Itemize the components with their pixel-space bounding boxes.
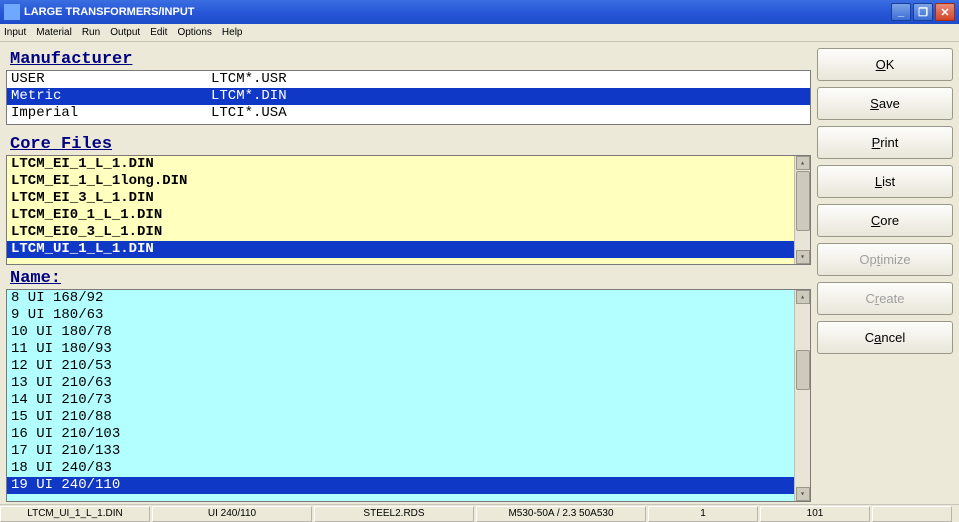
core-files-label: Core Files (10, 135, 811, 154)
core-file-row[interactable]: LTCM_EI_1_L_1long.DIN (7, 173, 794, 190)
menu-bar: Input Material Run Output Edit Options H… (0, 24, 959, 42)
status-bar: LTCM_UI_1_L_1.DINUI 240/110STEEL2.RDSM53… (0, 504, 959, 522)
menu-options[interactable]: Options (177, 27, 211, 38)
minimize-button[interactable]: _ (891, 3, 911, 21)
name-row[interactable]: 18 UI 240/83 (7, 460, 794, 477)
manufacturer-row[interactable]: MetricLTCM*.DIN (7, 88, 810, 105)
maximize-button[interactable]: ❐ (913, 3, 933, 21)
name-label: Name: (10, 269, 811, 288)
status-cell (872, 506, 952, 522)
name-row[interactable]: 12 UI 210/53 (7, 358, 794, 375)
list-button[interactable]: List (817, 165, 953, 198)
name-row[interactable]: 11 UI 180/93 (7, 341, 794, 358)
name-row[interactable]: 16 UI 210/103 (7, 426, 794, 443)
menu-help[interactable]: Help (222, 27, 243, 38)
menu-input[interactable]: Input (4, 27, 26, 38)
cancel-button[interactable]: Cancel (817, 321, 953, 354)
menu-material[interactable]: Material (36, 27, 72, 38)
save-button[interactable]: Save (817, 87, 953, 120)
name-row[interactable]: 13 UI 210/63 (7, 375, 794, 392)
manufacturer-list[interactable]: USERLTCM*.USRMetricLTCM*.DINImperialLTCI… (6, 70, 811, 125)
scroll-down-icon[interactable]: ▾ (796, 250, 810, 264)
status-cell: LTCM_UI_1_L_1.DIN (0, 506, 150, 522)
name-row[interactable]: 19 UI 240/110 (7, 477, 794, 494)
name-row[interactable]: 15 UI 210/88 (7, 409, 794, 426)
manufacturer-row[interactable]: USERLTCM*.USR (7, 71, 810, 88)
manufacturer-row[interactable]: ImperialLTCI*.USA (7, 105, 810, 122)
core-files-list[interactable]: LTCM_EI_1_L_1.DINLTCM_EI_1_L_1long.DINLT… (6, 155, 811, 265)
core-button[interactable]: Core (817, 204, 953, 237)
app-icon (4, 4, 20, 20)
name-row[interactable]: 8 UI 168/92 (7, 290, 794, 307)
core-files-scrollbar[interactable]: ▴ ▾ (794, 156, 810, 264)
optimize-button: Optimize (817, 243, 953, 276)
ok-button[interactable]: OK (817, 48, 953, 81)
name-scrollbar[interactable]: ▴ ▾ (794, 290, 810, 501)
status-cell: 1 (648, 506, 758, 522)
scroll-down-icon[interactable]: ▾ (796, 487, 810, 501)
name-row[interactable]: 9 UI 180/63 (7, 307, 794, 324)
scroll-up-icon[interactable]: ▴ (796, 156, 810, 170)
print-button[interactable]: Print (817, 126, 953, 159)
core-file-row[interactable]: LTCM_EI_3_L_1.DIN (7, 190, 794, 207)
title-bar: LARGE TRANSFORMERS/INPUT _ ❐ ✕ (0, 0, 959, 24)
status-cell: M530-50A / 2.3 50A530 (476, 506, 646, 522)
core-file-row[interactable]: LTCM_EI0_3_L_1.DIN (7, 224, 794, 241)
core-file-row[interactable]: LTCM_EI_1_L_1.DIN (7, 156, 794, 173)
status-cell: STEEL2.RDS (314, 506, 474, 522)
name-row[interactable]: 14 UI 210/73 (7, 392, 794, 409)
close-button[interactable]: ✕ (935, 3, 955, 21)
manufacturer-label: Manufacturer (10, 50, 811, 69)
create-button: Create (817, 282, 953, 315)
name-list[interactable]: 8 UI 168/929 UI 180/6310 UI 180/7811 UI … (6, 289, 811, 502)
status-cell: UI 240/110 (152, 506, 312, 522)
core-file-row[interactable]: LTCM_EI0_1_L_1.DIN (7, 207, 794, 224)
window-title: LARGE TRANSFORMERS/INPUT (24, 6, 891, 18)
core-file-row[interactable]: LTCM_UI_1_L_1.DIN (7, 241, 794, 258)
scroll-up-icon[interactable]: ▴ (796, 290, 810, 304)
name-row[interactable]: 17 UI 210/133 (7, 443, 794, 460)
menu-run[interactable]: Run (82, 27, 100, 38)
name-row[interactable]: 10 UI 180/78 (7, 324, 794, 341)
status-cell: 101 (760, 506, 870, 522)
menu-output[interactable]: Output (110, 27, 140, 38)
menu-edit[interactable]: Edit (150, 27, 167, 38)
